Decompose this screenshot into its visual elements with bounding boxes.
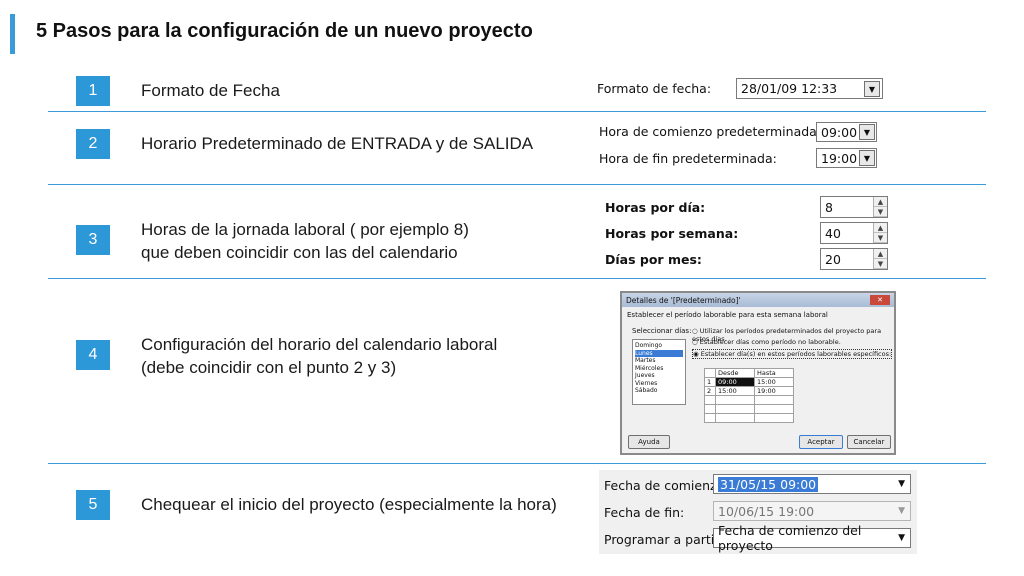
- row-number: 1: [704, 377, 716, 387]
- option-label: Establecer día(s) en estos períodos labo…: [700, 350, 892, 358]
- chevron-down-icon: ▼: [898, 506, 905, 516]
- title-accent-bar: [10, 14, 15, 54]
- spinner-arrows[interactable]: ▲ ▼: [873, 223, 887, 243]
- day-item[interactable]: Viernes: [635, 380, 683, 388]
- date-format-label: Formato de fecha:: [597, 81, 712, 96]
- hours-per-day-spinner[interactable]: 8 ▲ ▼: [820, 196, 888, 218]
- end-date-select: 10/06/15 19:00 ▼: [713, 501, 911, 521]
- default-end-select[interactable]: 19:00 ▼: [816, 148, 877, 168]
- step-text-5: Chequear el inicio del proyecto (especia…: [141, 495, 557, 514]
- day-item-selected[interactable]: Lunes: [635, 349, 683, 357]
- days-per-month-label: Días por mes:: [605, 252, 702, 267]
- row-number: 2: [704, 386, 716, 396]
- table-corner: [704, 368, 716, 378]
- cell-to[interactable]: 19:00: [754, 386, 794, 396]
- cell-to[interactable]: [754, 404, 794, 414]
- table-row[interactable]: 2 15:00 19:00: [704, 386, 794, 396]
- default-end-value: 19:00: [821, 150, 858, 166]
- step-text-4-line1: Configuración del horario del calendario…: [141, 335, 498, 354]
- step-number-1: 1: [76, 76, 110, 106]
- hours-per-day-label: Horas por día:: [605, 200, 706, 215]
- cell-from[interactable]: 15:00: [715, 386, 755, 396]
- cell-from[interactable]: [715, 395, 755, 405]
- chevron-down-icon[interactable]: ▼: [864, 81, 880, 97]
- days-per-month-value: 20: [825, 251, 841, 267]
- default-end-label: Hora de fin predeterminada:: [599, 151, 777, 166]
- day-item[interactable]: Jueves: [635, 372, 683, 380]
- separator: [48, 463, 986, 464]
- spinner-arrows[interactable]: ▲ ▼: [873, 249, 887, 269]
- hours-per-week-spinner[interactable]: 40 ▲ ▼: [820, 222, 888, 244]
- step-number-5: 5: [76, 490, 110, 520]
- end-date-label: Fecha de fin:: [604, 505, 685, 520]
- cell-to[interactable]: [754, 395, 794, 405]
- day-item[interactable]: Sábado: [635, 387, 683, 395]
- help-button[interactable]: Ayuda: [628, 435, 670, 449]
- table-row[interactable]: 1 09:00 15:00: [704, 377, 794, 387]
- start-date-label: Fecha de comienzo:: [604, 478, 729, 493]
- schedule-from-select[interactable]: Fecha de comienzo del proyecto ▼: [713, 523, 911, 553]
- days-per-month-spinner[interactable]: 20 ▲ ▼: [820, 248, 888, 270]
- end-date-value: 10/06/15 19:00: [718, 503, 815, 519]
- chevron-down-icon[interactable]: ▼: [898, 533, 905, 543]
- row-number: [704, 404, 716, 414]
- date-format-value: 28/01/09 12:33: [741, 81, 838, 96]
- cell-to[interactable]: [754, 413, 794, 423]
- step-text-2: Horario Predeterminado de ENTRADA y de S…: [141, 134, 534, 153]
- step-number-4: 4: [76, 340, 110, 370]
- chevron-down-icon[interactable]: ▼: [859, 150, 875, 166]
- work-periods-table: Desde Hasta 1 09:00 15:00 2 15:00 19:00: [704, 368, 794, 423]
- start-date-select[interactable]: 31/05/15 09:00 ▼: [713, 474, 911, 494]
- chevron-down-icon[interactable]: ▼: [859, 124, 875, 140]
- page-title: 5 Pasos para la configuración de un nuev…: [36, 20, 533, 42]
- dialog-titlebar: Detalles de '[Predeterminado]' ✕: [622, 293, 894, 307]
- step-number-2: 2: [76, 129, 110, 159]
- table-row[interactable]: [704, 413, 794, 423]
- option-specific-periods[interactable]: ◉ Establecer día(s) en estos períodos la…: [692, 349, 893, 359]
- day-item[interactable]: Martes: [635, 357, 683, 365]
- default-start-select[interactable]: 09:00 ▼: [816, 122, 877, 142]
- dialog-title: Detalles de '[Predeterminado]': [626, 295, 741, 305]
- hours-per-day-value: 8: [825, 199, 833, 215]
- separator: [48, 184, 986, 185]
- step-text-3-line2: que deben coincidir con las del calendar…: [141, 243, 458, 262]
- separator: [48, 111, 986, 112]
- step-number-3: 3: [76, 225, 110, 255]
- column-header-to: Hasta: [754, 368, 794, 378]
- schedule-from-value: Fecha de comienzo del proyecto: [718, 523, 862, 553]
- cell-to[interactable]: 15:00: [754, 377, 794, 387]
- spinner-arrows[interactable]: ▲ ▼: [873, 197, 887, 217]
- step-text-4-line2: (debe coincidir con el punto 2 y 3): [141, 358, 397, 377]
- day-item[interactable]: Domingo: [635, 342, 683, 350]
- column-header-from: Desde: [715, 368, 755, 378]
- row-number: [704, 395, 716, 405]
- hours-per-week-label: Horas por semana:: [605, 226, 739, 241]
- chevron-down-icon[interactable]: ▼: [898, 479, 905, 489]
- cell-from[interactable]: [715, 413, 755, 423]
- table-row[interactable]: [704, 404, 794, 414]
- project-info-panel: Fecha de comienzo: 31/05/15 09:00 ▼ Fech…: [599, 470, 917, 554]
- cell-from[interactable]: [715, 404, 755, 414]
- cancel-button[interactable]: Cancelar: [847, 435, 891, 449]
- day-item[interactable]: Miércoles: [635, 365, 683, 373]
- step-text-3-line1: Horas de la jornada laboral ( por ejempl…: [141, 220, 469, 239]
- row-number: [704, 413, 716, 423]
- hours-per-week-value: 40: [825, 225, 841, 241]
- option-nonworking[interactable]: ○ Establecer días como período no labora…: [692, 338, 841, 346]
- calendar-details-dialog: Detalles de '[Predeterminado]' ✕ Estable…: [620, 291, 896, 455]
- step-text-1: Formato de Fecha: [141, 81, 280, 100]
- days-listbox[interactable]: Domingo Lunes Martes Miércoles Jueves Vi…: [632, 339, 686, 405]
- select-days-label: Seleccionar días:: [632, 327, 692, 335]
- default-start-label: Hora de comienzo predeterminada:: [599, 124, 822, 139]
- option-label: Establecer días como período no laborabl…: [699, 338, 841, 346]
- separator: [48, 278, 986, 279]
- start-date-value: 31/05/15 09:00: [718, 476, 819, 492]
- close-icon[interactable]: ✕: [870, 295, 890, 305]
- table-row[interactable]: [704, 395, 794, 405]
- ok-button[interactable]: Aceptar: [799, 435, 843, 449]
- cell-from[interactable]: 09:00: [715, 377, 755, 387]
- dialog-subtitle: Establecer el período laborable para est…: [627, 311, 828, 319]
- date-format-select[interactable]: 28/01/09 12:33 ▼: [736, 78, 883, 99]
- default-start-value: 09:00: [821, 124, 858, 140]
